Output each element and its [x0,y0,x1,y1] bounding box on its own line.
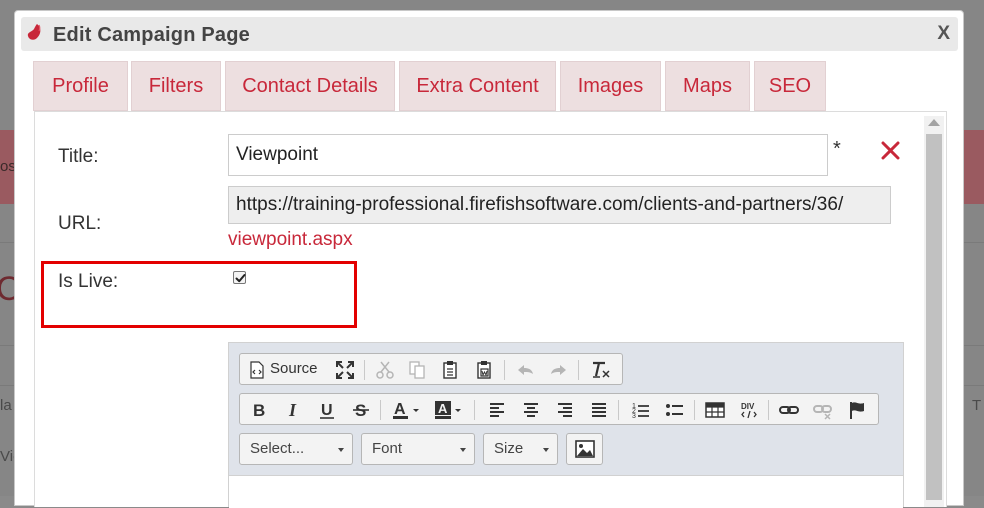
link-icon[interactable] [776,398,802,422]
svg-text:3: 3 [632,413,636,420]
format-select-value: Select... [250,440,305,457]
delete-icon[interactable] [881,141,900,160]
url-field: https://training-professional.firefishso… [228,186,891,224]
annotation-highlight-box [41,261,357,328]
chevron-down-icon [338,448,344,452]
toolbar-separator [578,360,579,380]
url-slug-link[interactable]: viewpoint.aspx [228,229,353,251]
unlink-icon[interactable] [810,398,836,422]
remove-format-icon[interactable] [588,358,614,382]
maximize-icon[interactable] [332,358,358,382]
chevron-down-icon [543,448,549,452]
tab-seo[interactable]: SEO [754,61,826,111]
toolbar-separator [380,400,381,420]
size-select[interactable]: Size [483,433,558,465]
table-icon[interactable] [702,398,728,422]
paste-icon[interactable] [438,358,464,382]
toolbar-separator [694,400,695,420]
edit-campaign-dialog: Edit Campaign Page X Profile Filters Con… [14,10,964,508]
scroll-thumb[interactable] [926,134,942,500]
editor-content-area[interactable] [229,475,903,508]
text-color-icon[interactable]: A [390,398,424,422]
required-marker: * [833,138,841,160]
title-input[interactable]: Viewpoint [228,134,828,176]
url-label: URL: [58,213,102,234]
undo-icon[interactable] [512,358,538,382]
toolbar-row-clipboard: Source [239,353,623,385]
size-select-value: Size [494,440,524,457]
redo-icon[interactable] [546,358,572,382]
bold-icon[interactable]: B [246,398,272,422]
source-label: Source [270,360,318,377]
svg-text:B: B [253,401,265,420]
paste-from-word-icon[interactable] [472,358,498,382]
toolbar-separator [768,400,769,420]
svg-text:DIV: DIV [741,402,755,411]
tab-images[interactable]: Images [560,61,661,111]
toolbar-separator [504,360,505,380]
font-select-value: Font [372,440,403,457]
strikethrough-icon[interactable]: S [348,398,374,422]
div-container-icon[interactable]: DIV [736,398,762,422]
format-select[interactable]: Select... [239,433,353,465]
toolbar-separator [364,360,365,380]
font-select[interactable]: Font [361,433,475,465]
rich-text-editor: Source B I U S A A 1 2 3 DIV Select... F… [228,342,904,508]
cut-icon[interactable] [372,358,398,382]
tab-maps[interactable]: Maps [665,61,750,111]
justify-icon[interactable] [586,398,612,422]
bullet-list-icon[interactable] [662,398,688,422]
editor-toolbar: Source B I U S A A 1 2 3 DIV Select... F… [229,343,903,475]
backdrop-text: la [0,397,12,414]
chevron-down-icon [460,448,466,452]
anchor-flag-icon[interactable] [844,398,870,422]
tab-profile[interactable]: Profile [33,61,128,111]
svg-text:A: A [394,401,406,418]
panel-scrollbar[interactable] [924,116,944,507]
tab-contact-details[interactable]: Contact Details [225,61,395,111]
source-button[interactable]: Source [246,358,326,382]
align-right-icon[interactable] [552,398,578,422]
svg-text:A: A [438,401,448,416]
dialog-close-button[interactable]: X [937,23,950,45]
italic-icon[interactable]: I [280,398,306,422]
dialog-titlebar: Edit Campaign Page X [21,17,958,51]
svg-text:I: I [288,400,297,420]
align-left-icon[interactable] [484,398,510,422]
copy-icon[interactable] [404,358,430,382]
underline-icon[interactable]: U [314,398,340,422]
scroll-up-arrow-icon[interactable] [928,119,940,126]
numbered-list-icon[interactable]: 1 2 3 [628,398,654,422]
insert-image-button[interactable] [566,433,603,465]
toolbar-row-formatting: B I U S A A 1 2 3 DIV [239,393,879,425]
svg-text:U: U [321,402,333,419]
toolbar-separator [618,400,619,420]
tab-filters[interactable]: Filters [131,61,221,111]
tab-extra-content[interactable]: Extra Content [399,61,556,111]
background-color-icon[interactable]: A [432,398,466,422]
align-center-icon[interactable] [518,398,544,422]
brand-logo-icon [27,23,43,41]
image-icon [575,440,595,458]
backdrop-text: T [972,397,982,414]
dialog-title: Edit Campaign Page [53,24,250,46]
title-label: Title: [58,146,99,167]
toolbar-separator [474,400,475,420]
source-icon [250,361,264,379]
